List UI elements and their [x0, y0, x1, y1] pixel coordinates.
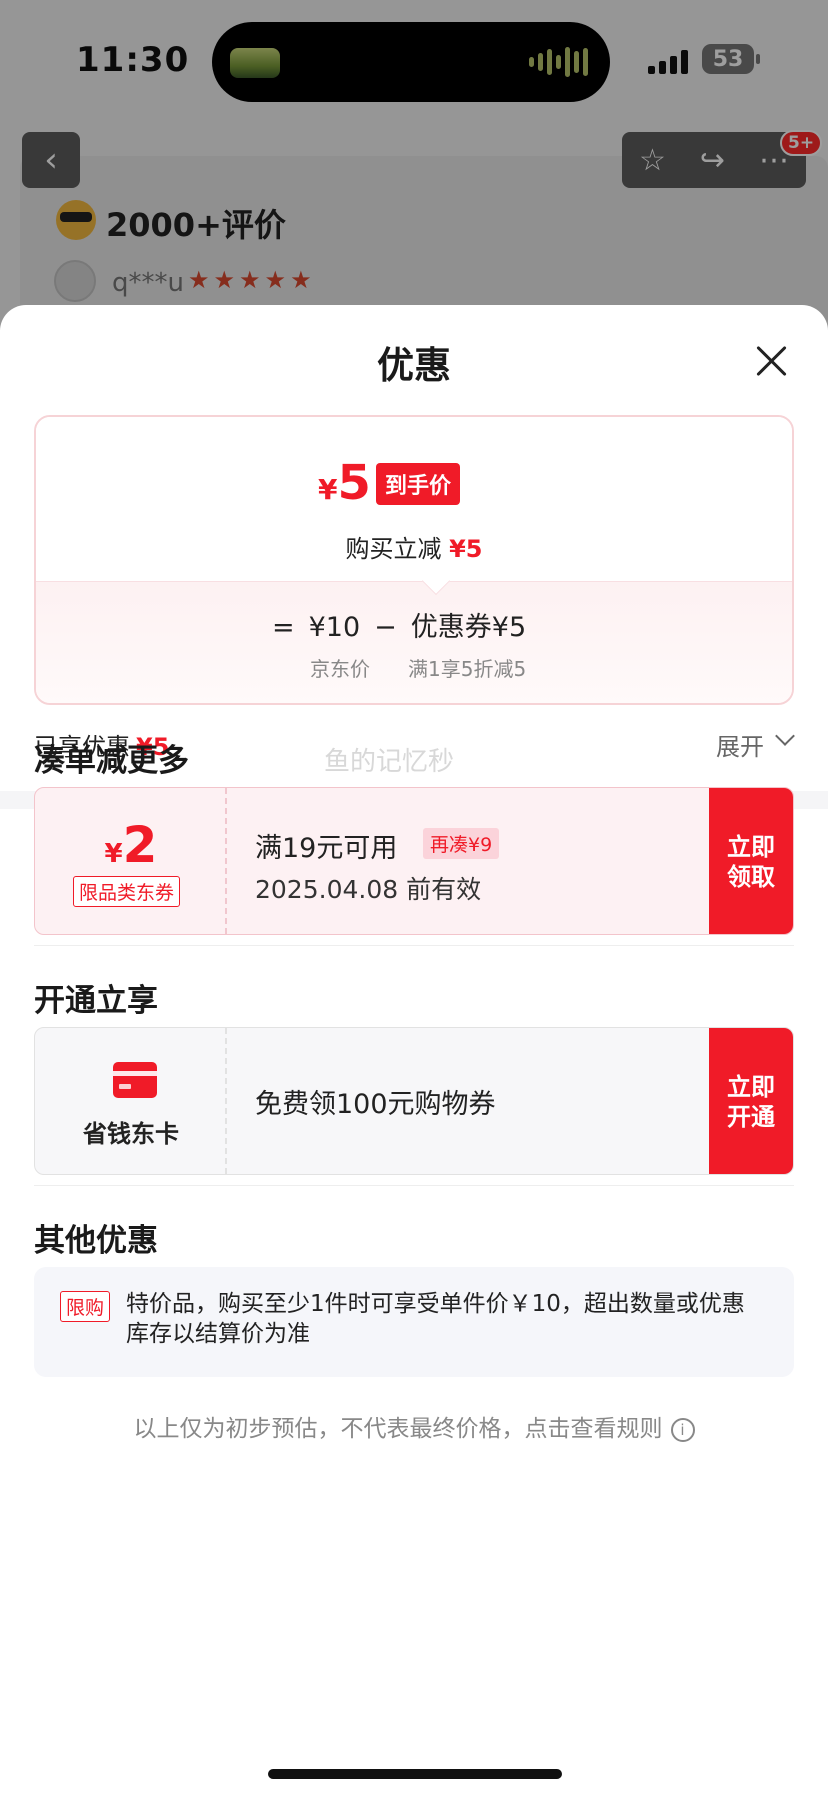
- other-discount-title: 其他优惠: [34, 1223, 158, 1259]
- divider: [34, 945, 794, 946]
- home-indicator: [268, 1769, 562, 1779]
- membership-offer-text: 免费领100元购物券: [255, 1089, 496, 1120]
- chevron-down-icon[interactable]: [775, 726, 795, 746]
- rules-footnote[interactable]: 以上仅为初步预估，不代表最终价格，点击查看规则 i: [0, 1409, 828, 1443]
- sheet-title: 优惠: [377, 344, 451, 387]
- claim-coupon-button[interactable]: 立即 领取: [709, 788, 793, 934]
- membership-card: 省钱东卡 免费领100元购物券 立即 开通: [34, 1027, 794, 1175]
- activate-button[interactable]: 立即 开通: [709, 1028, 793, 1174]
- coupon-category-tag: 限品类东券: [73, 876, 181, 907]
- membership-card-name: 省钱东卡: [83, 1120, 179, 1148]
- jd-price-label: 京东价: [310, 657, 370, 681]
- modal-overlay[interactable]: [0, 0, 828, 330]
- more-discount-title: 凑单减更多: [34, 743, 189, 779]
- coupon-amount: ¥2: [104, 816, 158, 874]
- card-icon: [113, 1062, 157, 1098]
- price-formula: = ¥10 − 优惠券¥5: [272, 605, 540, 644]
- expand-button[interactable]: 展开: [716, 727, 764, 762]
- final-price: ¥ 5: [318, 455, 371, 511]
- minus-sign: −: [374, 612, 397, 643]
- jd-price-value: ¥10: [308, 612, 361, 643]
- formula-sub-labels: 京东价 满1享5折减5: [310, 653, 526, 682]
- info-icon[interactable]: i: [670, 1417, 695, 1442]
- other-discount-card: 限购 特价品，购买至少1件时可享受单件价￥10，超出数量或优惠库存以结算价为准: [34, 1267, 794, 1377]
- divider: [34, 1185, 794, 1186]
- purchase-limit-tag: 限购: [60, 1291, 111, 1322]
- membership-title: 开通立享: [34, 983, 158, 1019]
- coupon-validity: 2025.04.08 前有效: [255, 875, 482, 904]
- coupon-card: ¥2 限品类东券 满19元可用 再凑¥9 2025.04.08 前有效 立即 领…: [34, 787, 794, 935]
- instant-discount-line: 购买立减 ¥5: [345, 535, 483, 563]
- other-discount-text: 特价品，购买至少1件时可享受单件价￥10，超出数量或优惠库存以结算价为准: [126, 1291, 745, 1347]
- price-breakdown-card: ¥ 5 到手价 购买立减 ¥5 = ¥10 − 优惠券¥5 京东价 满1享5折减…: [34, 415, 794, 705]
- watermark: 鱼的记忆秒: [324, 747, 455, 777]
- coupon-condition: 满19元可用: [255, 833, 398, 864]
- discount-sheet: 优惠 ¥ 5 到手价 购买立减 ¥5 = ¥10 − 优惠券¥5 京东价 满1享…: [0, 305, 828, 1796]
- membership-card-panel: [35, 1028, 227, 1174]
- coupon-rule-label: 满1享5折减5: [408, 657, 527, 681]
- equals-sign: =: [272, 612, 295, 643]
- close-button[interactable]: [752, 341, 792, 381]
- coupon-value: 优惠券¥5: [410, 612, 527, 643]
- final-price-tag: 到手价: [376, 463, 461, 505]
- coupon-more-needed-tag: 再凑¥9: [423, 828, 500, 859]
